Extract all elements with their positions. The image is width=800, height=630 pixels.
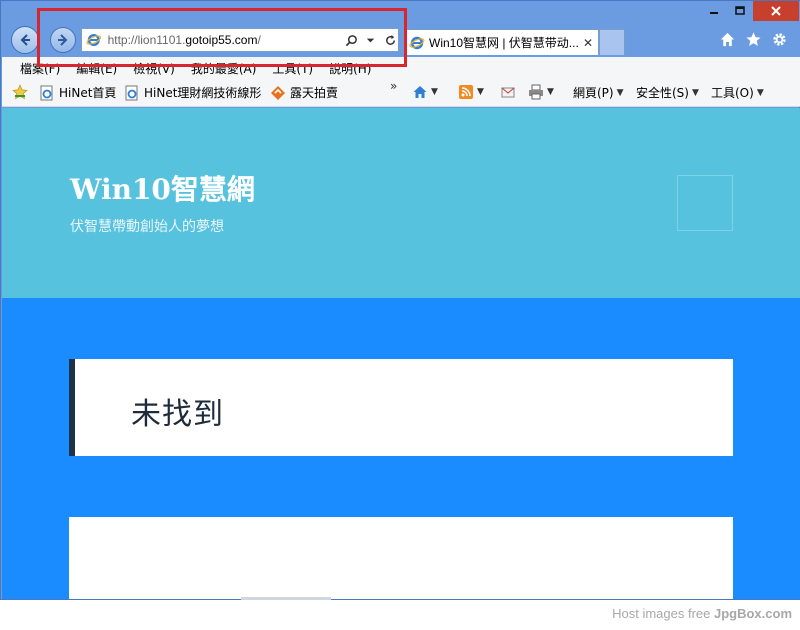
site-header: Win10智慧網 伏智慧帶動創始人的夢想 [2, 108, 800, 298]
safety-menu-button[interactable]: 安全性(S) ▼ [636, 84, 699, 101]
annotation-highlight-box [37, 8, 407, 67]
minimize-button[interactable] [701, 1, 727, 21]
page-viewport[interactable]: Win10智慧網 伏智慧帶動創始人的夢想 未找到 [2, 108, 800, 599]
page-menu-label: 網頁(P) [573, 86, 614, 100]
star-icon [745, 31, 761, 46]
tab-close-icon[interactable]: ✕ [583, 36, 593, 50]
dropdown-caret: ▼ [547, 87, 554, 97]
ie-icon [409, 36, 425, 49]
ruten-logo-icon [271, 85, 285, 100]
new-tab-button[interactable] [599, 29, 625, 55]
read-mail-button[interactable] [500, 84, 516, 100]
feeds-button[interactable]: ▼ [458, 84, 484, 100]
favorite-label: HiNet首頁 [59, 86, 117, 100]
dropdown-caret: ▼ [691, 87, 699, 98]
tab-title: Win10智慧网 | 伏智慧带动... [429, 36, 579, 50]
horizontal-scrollbar[interactable] [241, 597, 331, 600]
rss-icon [459, 85, 473, 99]
content-card [69, 517, 733, 599]
tools-menu-button[interactable]: 工具(O) ▼ [711, 84, 764, 101]
dropdown-caret: ▼ [756, 87, 764, 98]
browser-window: http://lion1101.gotoip55.com/ Win10智慧网 |… [0, 0, 800, 600]
minimize-icon [710, 12, 718, 14]
dropdown-caret: ▼ [616, 87, 624, 98]
add-favorite-star-icon [12, 84, 28, 100]
favorite-hinet-home[interactable]: HiNet首頁 [39, 84, 116, 101]
safety-menu-label: 安全性(S) [636, 86, 689, 100]
dropdown-caret: ▼ [477, 87, 484, 97]
favorite-label: 露天拍賣 [290, 86, 339, 100]
favorites-overflow-chevron[interactable]: » [390, 79, 397, 93]
back-button[interactable] [11, 26, 39, 54]
home-button[interactable] [717, 29, 737, 49]
page-title: 未找到 [131, 397, 224, 432]
printer-icon [529, 84, 543, 100]
tab-active[interactable]: Win10智慧网 | 伏智慧带动... ✕ [403, 29, 599, 55]
site-title[interactable]: Win10智慧網 [70, 168, 255, 208]
search-toggle-button[interactable] [677, 175, 733, 231]
close-icon [771, 6, 781, 16]
arrow-left-icon [20, 34, 30, 46]
page-menu-button[interactable]: 網頁(P) ▼ [573, 84, 624, 101]
favorites-bar: HiNet首頁 HiNet理財網技術線形 露天拍賣 » ▼ ▼ ▼ 網頁(P) … [2, 79, 800, 107]
mail-icon [501, 87, 515, 98]
favorite-label: HiNet理財網技術線形 [144, 86, 262, 100]
favorite-ruten[interactable]: 露天拍賣 [270, 84, 338, 101]
close-button[interactable] [753, 1, 799, 21]
site-tagline: 伏智慧帶動創始人的夢想 [70, 219, 224, 235]
favorites-button[interactable] [743, 29, 763, 49]
settings-button[interactable] [769, 29, 789, 49]
browser-toolbar-right [717, 29, 789, 49]
maximize-icon [735, 6, 745, 15]
ie-page-icon [125, 85, 138, 100]
dropdown-caret: ▼ [431, 87, 438, 97]
maximize-button[interactable] [727, 1, 753, 21]
home-command-button[interactable]: ▼ [412, 84, 438, 100]
watermark-text: Host images free JpgBox.com [612, 606, 792, 621]
ie-page-icon [40, 85, 53, 100]
home-icon [413, 86, 427, 98]
not-found-card: 未找到 [69, 359, 733, 456]
tools-menu-label: 工具(O) [711, 86, 754, 100]
home-icon [720, 32, 734, 46]
gear-icon [772, 32, 786, 46]
print-button[interactable]: ▼ [528, 84, 554, 100]
favorites-star-button[interactable] [12, 84, 28, 100]
favorite-hinet-finance[interactable]: HiNet理財網技術線形 [124, 84, 261, 101]
